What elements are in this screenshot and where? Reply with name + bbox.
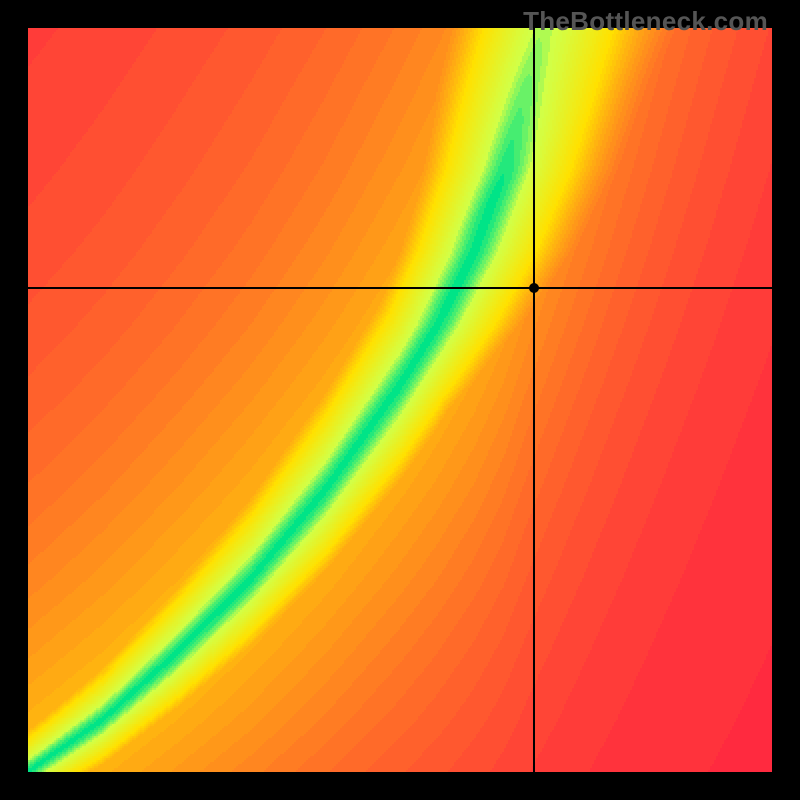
plot-area [28, 28, 772, 772]
watermark-text: TheBottleneck.com [523, 6, 768, 37]
crosshair-vertical [533, 28, 535, 772]
chart-container: TheBottleneck.com [0, 0, 800, 800]
data-point-marker [529, 283, 539, 293]
crosshair-horizontal [28, 287, 772, 289]
heatmap-canvas [28, 28, 772, 772]
